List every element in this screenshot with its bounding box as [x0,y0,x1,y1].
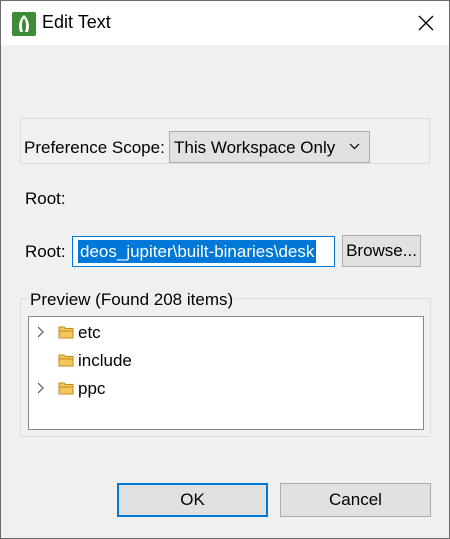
expand-arrow-icon[interactable] [36,382,46,394]
tree-item-label: etc [78,323,101,342]
ok-button[interactable]: OK [117,483,268,517]
preference-scope-dropdown[interactable]: This Workspace Only [169,131,370,163]
preview-tree: etc include ppc [28,316,424,430]
preference-scope-group: Preference Scope: This Workspace Only [20,118,430,164]
window-title: Edit Text [42,12,111,32]
root-field-label: Root: [25,242,66,261]
tree-item-label: include [78,351,132,370]
preview-label: Preview (Found 208 items) [29,290,235,310]
tree-item-include[interactable]: include [29,348,423,374]
cancel-button[interactable]: Cancel [280,483,431,517]
folder-icon [58,326,74,339]
app-logo-icon [12,12,36,36]
folder-icon [58,354,74,367]
title-bar: Edit Text [1,1,449,45]
folder-icon [58,382,74,395]
tree-item-label: ppc [78,379,106,398]
tree-item-etc[interactable]: etc [29,320,423,346]
root-path-input[interactable]: deos_jupiter\built-binaries\desk [72,236,335,267]
close-icon [418,15,434,31]
preference-scope-label: Preference Scope: [24,138,165,157]
root-path-value: deos_jupiter\built-binaries\desk [78,240,317,263]
chevron-down-icon [349,143,360,150]
close-button[interactable] [403,1,449,45]
root-heading: Root: [25,189,66,208]
browse-button[interactable]: Browse... [342,235,421,267]
edit-text-dialog: Edit Text Preference Scope: This Workspa… [0,0,450,539]
expand-arrow-icon[interactable] [36,326,46,338]
preference-scope-value: This Workspace Only [174,138,336,157]
tree-item-ppc[interactable]: ppc [29,376,423,402]
